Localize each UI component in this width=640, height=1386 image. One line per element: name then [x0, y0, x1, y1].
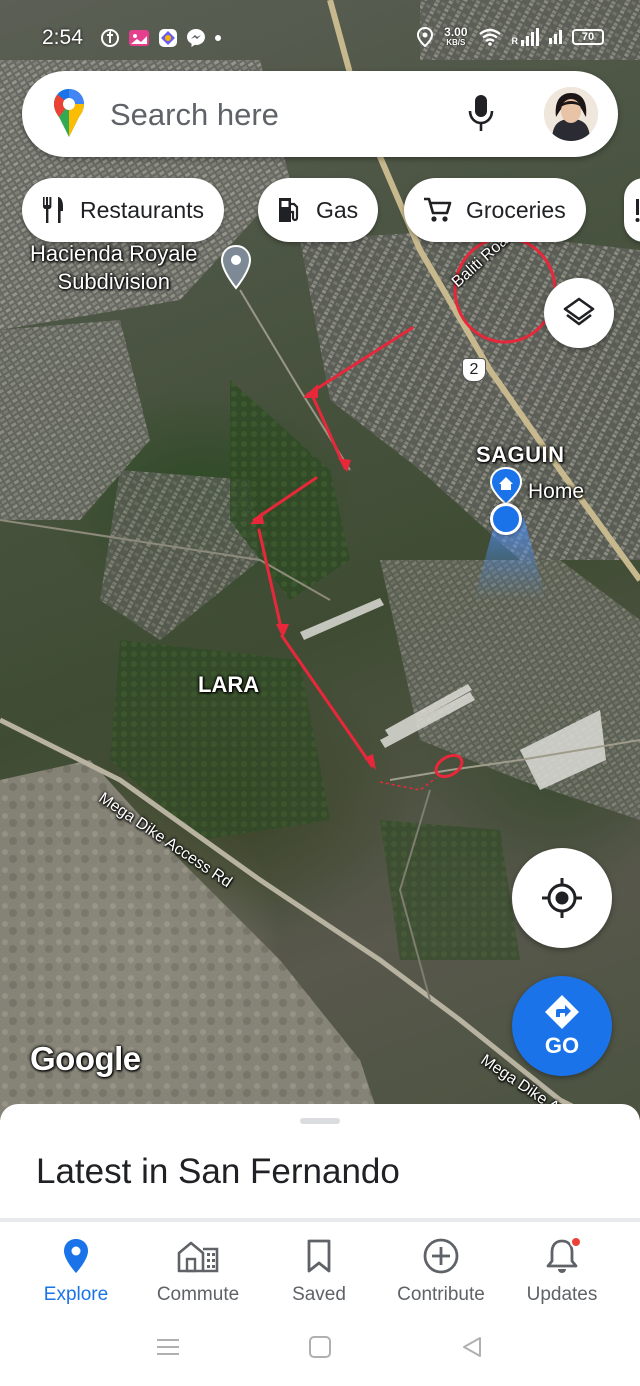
location-status-icon [417, 26, 434, 47]
nav-commute[interactable]: Commute [138, 1234, 258, 1306]
current-location-dot [490, 503, 522, 535]
signal-2-icon [549, 29, 562, 44]
destination-circle [434, 754, 464, 778]
go-label: GO [544, 1033, 580, 1058]
route-arrow-2 [311, 395, 347, 470]
speed-value: 3.00 [444, 25, 468, 39]
commute-icon [177, 1241, 219, 1273]
chip-label: Gas [316, 196, 359, 223]
nav-label: Explore [43, 1284, 109, 1305]
speed-unit: KB/S [446, 38, 466, 47]
red-annotations [250, 236, 557, 791]
place-label-hacienda[interactable]: Hacienda Royale Subdivision [30, 240, 198, 296]
chip-more[interactable] [624, 178, 640, 242]
system-nav-bar [0, 1318, 640, 1386]
nav-label: Saved [292, 1284, 346, 1305]
sheet-drag-handle[interactable] [300, 1118, 340, 1124]
home-button-icon[interactable] [308, 1335, 332, 1359]
google-maps-logo-icon [54, 89, 84, 137]
route-arrow-5 [280, 634, 374, 768]
route-shield: 2 [462, 358, 486, 382]
microphone-icon[interactable] [468, 93, 494, 133]
status-time: 2:54 [42, 26, 83, 49]
nav-label: Contribute [397, 1284, 485, 1305]
directions-icon [545, 995, 579, 1029]
bottom-nav: Explore Commute Saved Contribute Updates [0, 1222, 640, 1318]
chip-label: Restaurants [80, 196, 205, 223]
status-bar: 2:54 3.00 KB/S R 70 [0, 22, 640, 58]
hacienda-line-2: Subdivision [57, 269, 171, 294]
sheet-title: Latest in San Fernando [36, 1152, 400, 1191]
recent-apps-icon[interactable] [156, 1336, 180, 1358]
place-label-home[interactable]: Home [528, 480, 584, 504]
partial-chip-icon [635, 199, 640, 222]
fork-knife-icon [43, 197, 63, 223]
bottom-sheet[interactable]: Latest in San Fernando [0, 1104, 640, 1224]
battery-indicator: 70 [572, 28, 604, 45]
layers-icon [563, 297, 595, 326]
route-arrow-3 [252, 476, 318, 522]
gray-pin-icon[interactable] [220, 244, 252, 290]
cart-icon [424, 197, 452, 222]
wifi-icon [478, 28, 501, 46]
my-location-button[interactable] [512, 848, 612, 948]
home-pin-icon[interactable] [488, 466, 524, 506]
search-bar[interactable]: Search here [22, 71, 618, 157]
nav-updates[interactable]: Updates [502, 1234, 622, 1306]
search-input[interactable]: Search here [110, 97, 279, 133]
route-arrow-1 [305, 326, 414, 397]
avatar-portrait [544, 87, 598, 141]
chip-groceries[interactable]: Groceries [404, 178, 586, 242]
baliti-road-circle [453, 236, 557, 344]
crosshair-icon [542, 878, 582, 918]
google-attribution: Google [30, 1040, 141, 1077]
hacienda-line-1: Hacienda Royale [30, 241, 198, 266]
facebook-icon [101, 29, 119, 47]
nav-saved[interactable]: Saved [259, 1234, 379, 1306]
place-label-lara[interactable]: LARA [198, 672, 259, 698]
gallery-icon [129, 30, 149, 46]
messenger-icon [187, 29, 205, 47]
avatar[interactable] [544, 87, 598, 141]
place-label-saguin[interactable]: SAGUIN [476, 442, 565, 468]
signal-1-icon: R [511, 27, 539, 46]
dot-icon [215, 35, 221, 41]
chip-restaurants[interactable]: Restaurants [22, 178, 225, 242]
roaming-indicator: R [511, 35, 519, 46]
go-button[interactable]: GO [512, 976, 612, 1076]
network-speed: 3.00 KB/S [444, 26, 467, 47]
explore-pin-icon [64, 1239, 88, 1273]
app-badge-icon [159, 29, 177, 47]
chip-label: Groceries [466, 196, 566, 223]
back-button-icon[interactable] [460, 1335, 484, 1359]
chip-gas[interactable]: Gas [258, 178, 379, 242]
plus-circle-icon [423, 1238, 459, 1274]
nav-label: Commute [156, 1284, 240, 1305]
route-arrow-4 [257, 528, 284, 634]
gas-pump-icon [279, 198, 299, 222]
map-canvas[interactable]: Hacienda Royale Subdivision SAGUIN Home … [0, 0, 640, 1120]
layers-button[interactable] [544, 278, 614, 348]
nav-explore[interactable]: Explore [16, 1234, 136, 1306]
nav-contribute[interactable]: Contribute [381, 1234, 501, 1306]
notification-dot [570, 1236, 582, 1248]
bookmark-icon [307, 1239, 331, 1273]
nav-label: Updates [526, 1284, 598, 1305]
